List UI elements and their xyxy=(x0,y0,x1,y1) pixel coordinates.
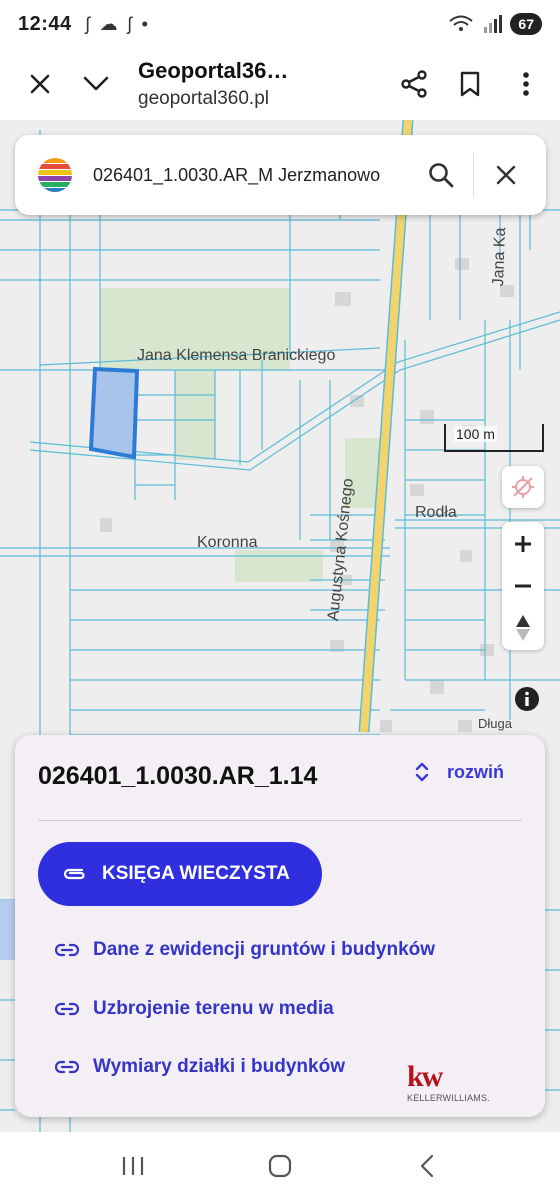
battery-indicator: 67 xyxy=(510,13,542,35)
land-registry-label: KSIĘGA WIECZYSTA xyxy=(102,863,290,884)
chevron-down-icon xyxy=(83,76,109,91)
notification-icons: ʃ ☁ ʃ • xyxy=(86,14,148,35)
page-title-block: Geoportal36… geoportal360.pl xyxy=(124,58,386,110)
back-icon xyxy=(420,1154,433,1178)
close-icon xyxy=(30,74,50,94)
notification-icon: ʃ xyxy=(85,13,90,34)
zoom-controls xyxy=(502,522,544,650)
plus-icon xyxy=(515,536,531,552)
status-time: 12:44 xyxy=(18,12,72,35)
share-icon xyxy=(401,70,427,98)
street-label-branickiego: Jana Klemensa Branickiego xyxy=(137,347,336,364)
expand-label: rozwiń xyxy=(447,761,504,782)
search-button[interactable] xyxy=(415,149,467,201)
more-options-button[interactable] xyxy=(498,56,554,112)
notification-icon: ʃ xyxy=(127,13,132,34)
status-bar: 12:44 ʃ ☁ ʃ • 67 xyxy=(0,0,560,48)
link-land-records-label: Dane z ewidencji gruntów i budynków xyxy=(93,939,436,960)
page-title: Geoportal36… xyxy=(138,58,289,83)
green-area xyxy=(175,370,215,460)
minus-icon xyxy=(515,584,531,588)
share-button[interactable] xyxy=(386,56,442,112)
scale-label: 100 m xyxy=(454,426,497,442)
close-tab-button[interactable] xyxy=(12,56,68,112)
search-query[interactable]: 026401_1.0030.AR_M Jerzmanowo xyxy=(93,165,415,186)
bookmark-button[interactable] xyxy=(442,56,498,112)
clear-search-button[interactable] xyxy=(480,149,532,201)
more-vert-icon xyxy=(523,72,529,96)
page-url: geoportal360.pl xyxy=(138,88,269,109)
wifi-icon xyxy=(449,15,474,31)
link-dimensions[interactable]: Wymiary działki i budynków xyxy=(55,1056,345,1078)
geoportal-logo xyxy=(37,157,73,193)
link-utilities[interactable]: Uzbrojenie terenu w media xyxy=(55,998,334,1020)
link-icon xyxy=(55,1060,79,1074)
signal-icon xyxy=(484,15,503,33)
land-registry-button[interactable]: KSIĘGA WIECZYSTA xyxy=(38,842,322,906)
link-icon xyxy=(55,943,79,957)
back-button[interactable] xyxy=(397,1141,457,1191)
locate-button[interactable] xyxy=(502,466,544,508)
info-button[interactable] xyxy=(508,680,546,718)
dot-icon: • xyxy=(141,13,148,34)
attachment-icon xyxy=(63,868,85,880)
parcel-id: 026401_1.0030.AR_1.14 xyxy=(38,762,318,790)
location-off-icon xyxy=(512,476,534,498)
link-dimensions-label: Wymiary działki i budynków xyxy=(93,1056,345,1077)
recents-icon xyxy=(123,1157,144,1175)
search-divider xyxy=(473,153,474,197)
street-label-rodla: Rodła xyxy=(415,504,457,521)
search-icon xyxy=(429,163,454,188)
link-utilities-label: Uzbrojenie terenu w media xyxy=(93,998,334,1019)
map-scale: 100 m xyxy=(444,420,544,454)
home-icon xyxy=(268,1154,292,1178)
expand-button[interactable]: rozwiń xyxy=(415,761,504,783)
kw-text: KELLERWILLIAMS. xyxy=(407,1093,490,1103)
street-label-jana-ka: Jana Ka xyxy=(490,227,510,287)
panel-divider xyxy=(38,820,522,821)
street-label-koronna: Koronna xyxy=(197,534,258,551)
compass-icon xyxy=(516,615,530,641)
browser-toolbar: Geoportal36… geoportal360.pl xyxy=(0,48,560,120)
zoom-in-button[interactable] xyxy=(502,523,544,565)
unfold-more-icon xyxy=(415,762,429,782)
kw-mark: kw xyxy=(407,1060,443,1093)
link-icon xyxy=(55,1002,79,1016)
recent-apps-button[interactable] xyxy=(103,1141,163,1191)
info-icon xyxy=(515,687,539,711)
search-bar: 026401_1.0030.AR_M Jerzmanowo xyxy=(15,135,546,215)
close-icon xyxy=(496,165,516,185)
link-land-records[interactable]: Dane z ewidencji gruntów i budynków xyxy=(55,939,435,961)
home-button[interactable] xyxy=(250,1141,310,1191)
zoom-out-button[interactable] xyxy=(502,565,544,607)
logo-icon xyxy=(38,158,72,192)
selected-parcel xyxy=(88,366,140,460)
street-label-dluga: Długa xyxy=(478,716,512,731)
parcel-info-panel: 026401_1.0030.AR_1.14 rozwiń KSIĘGA WIEC… xyxy=(15,735,545,1117)
cloud-icon: ☁ xyxy=(99,13,118,34)
bookmark-icon xyxy=(460,71,480,97)
compass-button[interactable] xyxy=(502,607,544,649)
green-area xyxy=(235,550,323,582)
minimize-button[interactable] xyxy=(68,56,124,112)
system-nav-bar xyxy=(0,1132,560,1200)
keller-williams-logo: kw KELLERWILLIAMS. xyxy=(407,1060,497,1107)
